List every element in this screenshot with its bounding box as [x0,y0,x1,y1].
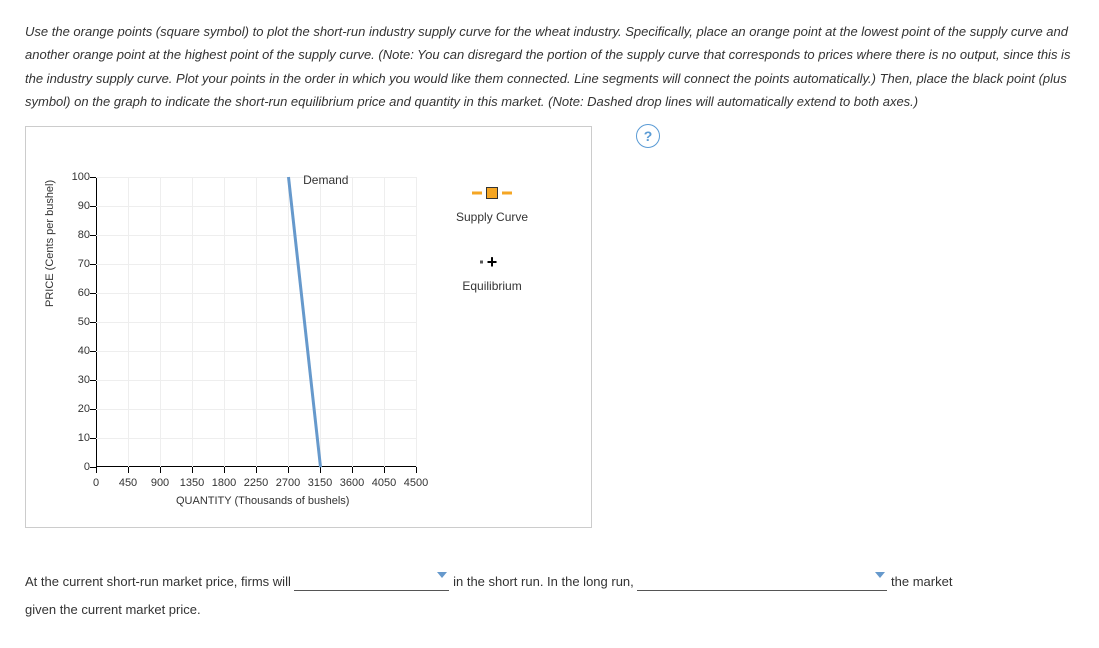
x-tick [160,467,161,473]
grid-line [96,380,416,381]
y-tick-label: 40 [66,345,90,357]
y-tick [90,206,96,207]
legend-supply[interactable]: Supply Curve [456,187,528,224]
y-tick-label: 30 [66,374,90,386]
x-tick-label: 0 [93,477,99,489]
grid-line [96,438,416,439]
x-tick-label: 3600 [340,477,364,489]
square-icon [472,187,512,199]
y-tick [90,322,96,323]
x-tick-label: 1350 [180,477,204,489]
grid-line [96,351,416,352]
fill-in-sentence: At the current short-run market price, f… [25,568,1074,625]
x-tick [352,467,353,473]
grid-line [96,235,416,236]
y-tick-label: 70 [66,258,90,270]
caret-down-icon [437,572,447,578]
y-tick-label: 90 [66,200,90,212]
fill-part3: the market [891,574,952,589]
x-tick-label: 3150 [308,477,332,489]
grid-line [96,177,416,178]
x-tick [192,467,193,473]
grid-line [96,206,416,207]
y-tick [90,409,96,410]
x-tick [320,467,321,473]
grid-line [96,293,416,294]
plus-icon: + [480,254,504,270]
plot-area[interactable]: 0450900135018002250270031503600405045000… [96,177,416,467]
grid-line [416,177,417,467]
x-tick-label: 2700 [276,477,300,489]
legend-equilibrium[interactable]: + Equilibrium [456,254,528,293]
x-tick [256,467,257,473]
x-axis-label: QUANTITY (Thousands of bushels) [176,495,349,507]
chart-container[interactable]: PRICE (Cents per bushel) 045090013501800… [25,126,592,528]
x-tick [96,467,97,473]
dropdown-2[interactable] [637,574,887,591]
x-tick [128,467,129,473]
y-tick [90,380,96,381]
grid-line [96,409,416,410]
y-axis-label: PRICE (Cents per bushel) [44,179,56,306]
y-tick-label: 60 [66,287,90,299]
grid-line [96,322,416,323]
y-tick [90,293,96,294]
x-tick-label: 2250 [244,477,268,489]
equilibrium-label: Equilibrium [462,279,521,293]
fill-part4: given the current market price. [25,602,201,617]
x-tick [384,467,385,473]
fill-part2: in the short run. In the long run, [453,574,634,589]
y-tick-label: 50 [66,316,90,328]
x-tick-label: 1800 [212,477,236,489]
y-tick [90,235,96,236]
y-tick-label: 0 [66,461,90,473]
x-tick-label: 900 [151,477,169,489]
y-tick-label: 20 [66,403,90,415]
y-tick [90,264,96,265]
x-tick-label: 4500 [404,477,428,489]
y-tick [90,177,96,178]
supply-label: Supply Curve [456,210,528,224]
y-tick-label: 10 [66,432,90,444]
instructions-text: Use the orange points (square symbol) to… [25,20,1074,114]
x-tick [224,467,225,473]
dropdown-1[interactable] [294,574,449,591]
caret-down-icon [875,572,885,578]
y-tick-label: 80 [66,229,90,241]
x-tick-label: 450 [119,477,137,489]
grid-line [96,264,416,265]
y-tick [90,351,96,352]
x-tick-label: 4050 [372,477,396,489]
y-tick [90,467,96,468]
help-icon[interactable]: ? [636,124,660,148]
demand-label: Demand [303,173,348,187]
x-tick [288,467,289,473]
y-tick-label: 100 [66,171,90,183]
fill-part1: At the current short-run market price, f… [25,574,291,589]
legend: Supply Curve + Equilibrium [456,187,528,323]
y-tick [90,438,96,439]
x-tick [416,467,417,473]
